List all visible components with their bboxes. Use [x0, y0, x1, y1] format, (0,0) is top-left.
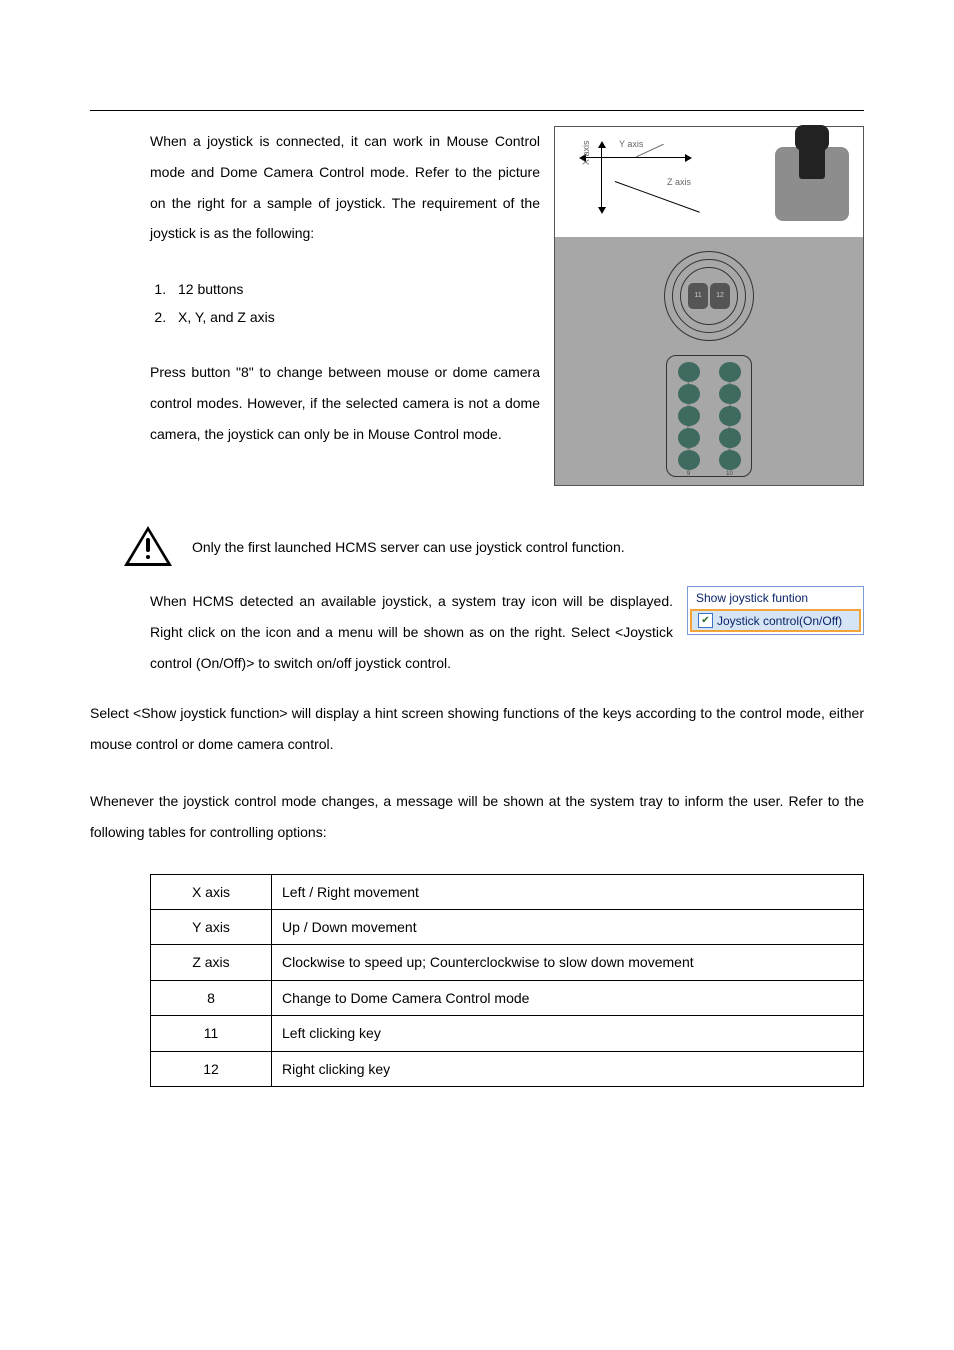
table-row: X axis Left / Right movement [151, 874, 864, 909]
controls-table: X axis Left / Right movement Y axis Up /… [150, 874, 864, 1087]
menu-item-joystick-control[interactable]: ✔ Joystick control(On/Off) [690, 609, 861, 632]
cell-val: Right clicking key [272, 1051, 864, 1086]
tray-context-menu: Show joystick funtion ✔ Joystick control… [687, 586, 864, 635]
joystick-diagram: Y axis X axis Z axis 11 12 1 2 3 4 [554, 126, 864, 486]
cell-key: Z axis [151, 945, 272, 980]
paragraph-4: Whenever the joystick control mode chang… [90, 786, 864, 848]
cell-key: 12 [151, 1051, 272, 1086]
joystick-keypad: 1 2 3 4 5 6 7 8 9 10 [666, 355, 752, 477]
warning-icon [124, 526, 172, 568]
cell-key: 11 [151, 1016, 272, 1051]
button-12: 12 [710, 283, 730, 309]
note-text: Only the first launched HCMS server can … [192, 539, 625, 555]
req-item-2: X, Y, and Z axis [170, 303, 540, 331]
z-axis-label: Z axis [667, 177, 691, 187]
joystick-hat: 11 12 [664, 251, 754, 341]
cell-key: X axis [151, 874, 272, 909]
intro-paragraph-2: Press button "8" to change between mouse… [150, 357, 540, 449]
table-row: Z axis Clockwise to speed up; Counterclo… [151, 945, 864, 980]
cell-key: 8 [151, 980, 272, 1015]
menu-item-show-function[interactable]: Show joystick funtion [688, 587, 863, 609]
menu-item-joystick-control-label: Joystick control(On/Off) [717, 614, 842, 628]
table-row: 11 Left clicking key [151, 1016, 864, 1051]
req-item-1: 12 buttons [170, 275, 540, 303]
button-11: 11 [688, 283, 708, 309]
table-row: 12 Right clicking key [151, 1051, 864, 1086]
intro-paragraph-1: When a joystick is connected, it can wor… [150, 126, 540, 249]
paragraph-3: Select <Show joystick function> will dis… [90, 698, 864, 760]
cell-key: Y axis [151, 909, 272, 944]
requirements-list: 12 buttons X, Y, and Z axis [150, 275, 540, 331]
cell-val: Change to Dome Camera Control mode [272, 980, 864, 1015]
cell-val: Clockwise to speed up; Counterclockwise … [272, 945, 864, 980]
x-axis-label: X axis [581, 140, 591, 165]
check-icon: ✔ [698, 613, 713, 628]
cell-val: Left clicking key [272, 1016, 864, 1051]
cell-val: Left / Right movement [272, 874, 864, 909]
table-row: 8 Change to Dome Camera Control mode [151, 980, 864, 1015]
horizontal-rule [90, 110, 864, 111]
tray-paragraph: When HCMS detected an available joystick… [150, 586, 673, 678]
table-row: Y axis Up / Down movement [151, 909, 864, 944]
y-axis-label: Y axis [619, 139, 643, 149]
cell-val: Up / Down movement [272, 909, 864, 944]
